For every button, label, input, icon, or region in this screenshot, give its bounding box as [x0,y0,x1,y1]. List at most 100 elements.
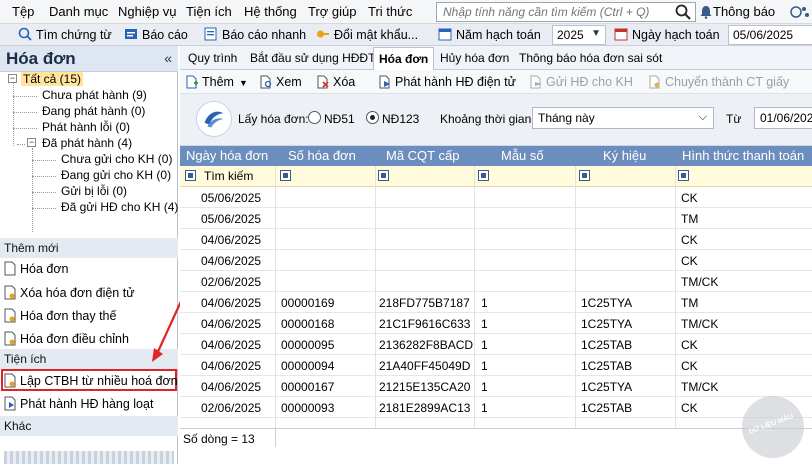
table-cell: 1C25TAB [581,401,633,415]
document-icon [4,308,16,323]
tab-invoice-error-notice[interactable]: Thông báo hóa đơn sai sót [519,51,662,65]
convert-to-paper-button[interactable]: Chuyển thành CT giấy [649,75,789,89]
invoice-status-tree: − Tất cả (15) Chưa phát hành (9) Đang ph… [0,72,178,262]
menu-catalog[interactable]: Danh mục [49,4,108,19]
filter-operator-icon[interactable] [280,170,291,181]
col-header-symbol[interactable]: Ký hiệu [603,148,646,163]
issue-e-invoice-label: Phát hành HĐ điện tử [395,75,516,89]
change-password-label: Đổi mật khẩu... [334,28,419,42]
col-header-invoice-number[interactable]: Số hóa đơn [288,148,356,163]
replacement-invoice-link[interactable]: Hóa đơn thay thế [4,308,116,323]
feature-search-box[interactable] [436,2,696,22]
section-other: Khác [0,416,178,436]
tree-item-issue-error[interactable]: Phát hành lỗi (0) [42,120,130,134]
filter-operator-icon[interactable] [378,170,389,181]
bell-icon[interactable] [700,5,712,19]
tree-item-not-sent[interactable]: Chưa gửi cho KH (0) [61,152,172,166]
quick-report-button[interactable]: Báo cáo nhanh [204,27,306,42]
collapse-toggle-icon[interactable]: − [8,74,17,83]
from-date-value: 01/06/2025 [760,111,812,125]
issue-e-invoice-button[interactable]: Phát hành HĐ điện tử [379,75,516,89]
create-sales-voucher-label: Lập CTBH từ nhiều hoá đơn [20,374,178,388]
add-label: Thêm [202,75,234,89]
tree-item-send-error[interactable]: Gửi bị lỗi (0) [61,184,127,198]
radio-nd123[interactable] [366,111,379,124]
tree-item-not-issued[interactable]: Chưa phát hành (9) [42,88,147,102]
menu-knowledge[interactable]: Tri thức [368,4,412,19]
delete-e-invoice-label: Xóa hóa đơn điện tử [20,286,135,300]
fiscal-year-label: Năm hạch toán [456,28,541,42]
menu-file[interactable]: Tệp [12,4,34,19]
feature-search-input[interactable] [437,3,667,21]
filter-operator-icon[interactable] [185,170,196,181]
convert-to-paper-label: Chuyển thành CT giấy [665,75,790,89]
collapse-toggle-icon[interactable]: − [27,138,36,147]
tree-item-issued[interactable]: Đã phát hành (4) [42,136,132,150]
tab-cancel-invoice[interactable]: Hủy hóa đơn [440,51,509,65]
table-cell: 00000167 [281,380,335,394]
adjustment-invoice-link[interactable]: Hóa đơn điều chỉnh [4,331,129,346]
radio-nd51[interactable] [308,111,321,124]
tab-process[interactable]: Quy trình [188,51,237,65]
chevron-down-icon[interactable]: ▼ [239,78,248,88]
table-cell: CK [681,191,698,205]
tab-invoices[interactable]: Hóa đơn [373,47,435,70]
col-header-tax-code[interactable]: Mã CQT cấp [386,148,459,163]
report-label: Báo cáo [142,28,188,42]
filter-operator-icon[interactable] [478,170,489,181]
delete-e-invoice-link[interactable]: Xóa hóa đơn điện tử [4,285,135,300]
delete-label: Xóa [333,75,356,89]
col-header-payment-method[interactable]: Hình thức thanh toán [682,148,804,163]
menu-utilities[interactable]: Tiện ích [186,4,232,19]
notifications-label[interactable]: Thông báo [713,4,775,19]
tab-getting-started[interactable]: Bắt đầu sử dụng HĐĐT [250,51,375,65]
menu-operations[interactable]: Nghiệp vụ [118,4,177,19]
col-header-invoice-date[interactable]: Ngày hóa đơn [186,148,268,163]
filter-bar: Lấy hóa đơn: NĐ51 NĐ123 Khoảng thời gian… [180,94,812,146]
from-date-input[interactable]: 01/06/2025 [754,107,812,129]
grid-footer: Số dòng = 13 [180,428,812,464]
replacement-invoice-label: Hóa đơn thay thế [20,309,117,323]
table-cell: 02/06/2025 [201,401,262,415]
new-invoice-link[interactable]: Hóa đơn [4,261,69,276]
grid-search-placeholder[interactable]: Tìm kiếm [204,169,253,183]
tree-item-all[interactable]: Tất cả (15) [21,72,84,86]
tree-item-issuing[interactable]: Đang phát hành (0) [42,104,145,118]
document-icon [4,285,16,300]
send-to-customer-label: Gửi HĐ cho KH [546,75,633,89]
tree-item-sending[interactable]: Đang gửi cho KH (0) [61,168,171,182]
report-button[interactable]: Báo cáo [124,27,188,42]
add-button[interactable]: Thêm ▼ [186,75,248,89]
col-header-template[interactable]: Mẫu số [501,148,544,163]
help-icon[interactable] [790,4,810,20]
collapse-panel-button[interactable]: « [164,50,172,66]
menu-help[interactable]: Trợ giúp [308,4,357,19]
fiscal-year-value: 2025 [557,28,584,42]
filter-operator-icon[interactable] [678,170,689,181]
bulk-issue-link[interactable]: Phát hành HĐ hàng loạt [4,396,153,411]
left-panel-title: Hóa đơn [6,49,76,68]
calendar-icon [614,28,628,41]
tree-item-sent[interactable]: Đã gửi HĐ cho KH (4) [61,200,178,214]
chevron-down-icon: ⌵ [698,111,707,123]
table-cell: 1 [481,380,488,394]
document-icon [4,373,16,388]
send-to-customer-button[interactable]: Gửi HĐ cho KH [530,75,633,89]
search-icon[interactable] [675,4,691,20]
filter-operator-icon[interactable] [579,170,590,181]
table-cell: CK [681,233,698,247]
menu-system[interactable]: Hệ thống [244,4,297,19]
create-sales-voucher-link[interactable]: Lập CTBH từ nhiều hoá đơn [4,373,178,388]
posting-date-input[interactable]: 05/06/2025 [728,25,812,45]
view-button[interactable]: Xem [260,75,302,89]
delete-button[interactable]: Xóa [317,75,355,89]
period-select[interactable]: Tháng này ⌵ [532,107,714,129]
table-cell: CK [681,359,698,373]
nd123-label: NĐ123 [382,112,420,126]
change-password-button[interactable]: Đổi mật khẩu... [316,27,418,42]
fiscal-year-select[interactable]: 2025 ▼ [552,25,606,45]
table-cell: 1C25TYA [581,317,633,331]
find-voucher-button[interactable]: Tìm chứng từ [18,27,112,42]
grid-header: Ngày hóa đơn Số hóa đơn Mã CQT cấp Mẫu s… [180,146,812,166]
quick-report-icon [204,27,217,41]
